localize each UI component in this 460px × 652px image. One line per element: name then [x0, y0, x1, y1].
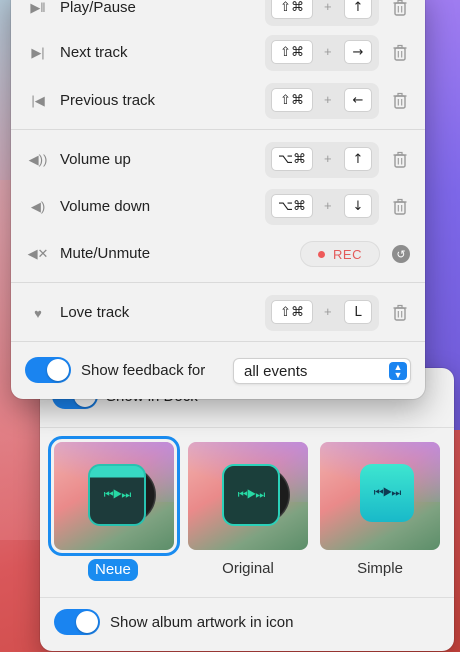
volume-down-icon: ◀) — [30, 199, 46, 214]
main-key[interactable]: ↓ — [344, 194, 372, 218]
shortcut-row-mute: ◀✕ Mute/Unmute REC ↺ — [11, 234, 425, 274]
modifier-key[interactable]: ⇧⌘ — [271, 300, 313, 324]
trash-icon[interactable] — [391, 304, 409, 322]
icon-option-neue[interactable]: ⏮▶⏭ — [48, 436, 180, 556]
next-track-icon: ▶| — [31, 45, 45, 60]
divider — [11, 282, 425, 283]
modifier-key[interactable]: ⌥⌘ — [271, 147, 313, 171]
main-key[interactable]: ← — [344, 88, 372, 112]
shortcut-label: Volume up — [60, 151, 131, 168]
icon-option-simple[interactable]: ⏮▶⏭ — [320, 442, 440, 550]
icon-option-original-label: Original — [222, 560, 274, 577]
media-controls-icon: ⏮▶⏭ — [360, 464, 414, 522]
shortcut-label: Previous track — [60, 92, 156, 109]
simple-app-icon: ⏮▶⏭ — [354, 464, 414, 524]
shortcut-label: Next track — [60, 44, 128, 61]
shortcut-keys[interactable]: ⇧⌘ + ← — [265, 83, 379, 119]
shortcut-row-volume-up: ◀)) Volume up ⌥⌘ + ↑ — [11, 140, 425, 180]
feedback-row: Show feedback for — [25, 356, 205, 384]
plus-sign: + — [324, 151, 332, 166]
trash-icon[interactable] — [391, 0, 409, 17]
heart-icon: ♥ — [34, 305, 42, 321]
icon-option-simple-label: Simple — [357, 560, 403, 577]
feedback-select-value: all events — [244, 363, 308, 380]
album-artwork-label: Show album artwork in icon — [110, 613, 294, 631]
modifier-key[interactable]: ⇧⌘ — [271, 88, 313, 112]
media-controls-icon: ⏮▶⏭ — [222, 464, 280, 526]
shortcut-label: Love track — [60, 304, 130, 321]
plus-sign: + — [324, 304, 332, 319]
divider — [40, 427, 454, 428]
icon-option-original[interactable]: ⏮▶⏭ — [188, 442, 308, 550]
shortcut-label: Volume down — [60, 198, 151, 215]
plus-sign: + — [324, 0, 332, 14]
trash-icon[interactable] — [391, 151, 409, 169]
shortcut-row-volume-down: ◀) Volume down ⌥⌘ + ↓ — [11, 187, 425, 227]
main-key[interactable]: ↑ — [344, 0, 372, 19]
album-artwork-row[interactable]: Show album artwork in icon — [54, 608, 293, 636]
icon-option-neue-label: Neue — [88, 559, 138, 581]
shortcut-keys[interactable]: ⇧⌘ + ↑ — [265, 0, 379, 26]
divider — [11, 129, 425, 130]
album-artwork-toggle[interactable] — [54, 609, 100, 635]
trash-icon[interactable] — [391, 44, 409, 62]
shortcut-row-next-track: ▶| Next track ⇧⌘ + → — [11, 33, 425, 73]
shortcuts-panel: ▶‖ Play/Pause ⇧⌘ + ↑ ▶| Next track ⇧⌘ + … — [11, 0, 425, 399]
shortcut-label: Play/Pause — [60, 0, 136, 16]
modifier-key[interactable]: ⇧⌘ — [271, 0, 313, 19]
main-key[interactable]: L — [344, 300, 372, 324]
feedback-toggle[interactable] — [25, 357, 71, 383]
modifier-key[interactable]: ⇧⌘ — [271, 40, 313, 64]
plus-sign: + — [324, 92, 332, 107]
icon-settings-panel: Show in Dock ⏮▶⏭ ⏮▶⏭ ⏮▶⏭ Neue Original S… — [40, 368, 454, 651]
shortcut-keys[interactable]: ⌥⌘ + ↑ — [265, 142, 379, 178]
trash-icon[interactable] — [391, 92, 409, 110]
main-key[interactable]: → — [344, 40, 372, 64]
mute-icon: ◀✕ — [27, 246, 49, 261]
volume-up-icon: ◀)) — [28, 152, 48, 167]
record-shortcut-button[interactable]: REC — [300, 241, 380, 267]
feedback-select[interactable]: all events ▲ ▼ — [233, 358, 411, 384]
shortcut-keys[interactable]: ⌥⌘ + ↓ — [265, 189, 379, 225]
divider — [40, 597, 454, 598]
chevron-up-down-icon: ▲ ▼ — [389, 362, 407, 380]
play-pause-icon: ▶‖ — [30, 0, 46, 15]
previous-track-icon: |◀ — [31, 93, 45, 108]
media-controls-icon: ⏮▶⏭ — [88, 464, 146, 526]
shortcut-label: Mute/Unmute — [60, 245, 151, 262]
record-dot-icon — [318, 250, 326, 258]
trash-icon[interactable] — [391, 198, 409, 216]
shortcut-keys[interactable]: ⇧⌘ + → — [265, 35, 379, 71]
shortcut-row-love-track: ♥ Love track ⇧⌘ + L — [11, 293, 425, 333]
modifier-key[interactable]: ⌥⌘ — [271, 194, 313, 218]
reset-icon[interactable]: ↺ — [392, 245, 410, 263]
shortcut-keys[interactable]: ⇧⌘ + L — [265, 295, 379, 331]
plus-sign: + — [324, 44, 332, 59]
main-key[interactable]: ↑ — [344, 147, 372, 171]
plus-sign: + — [324, 198, 332, 213]
feedback-label: Show feedback for — [81, 361, 206, 379]
neue-app-icon: ⏮▶⏭ — [88, 464, 156, 526]
divider — [11, 341, 425, 342]
shortcut-row-play-pause: ▶‖ Play/Pause ⇧⌘ + ↑ — [11, 0, 425, 28]
record-label: REC — [333, 246, 362, 262]
shortcut-row-previous-track: |◀ Previous track ⇧⌘ + ← — [11, 81, 425, 121]
original-app-icon: ⏮▶⏭ — [222, 464, 290, 526]
